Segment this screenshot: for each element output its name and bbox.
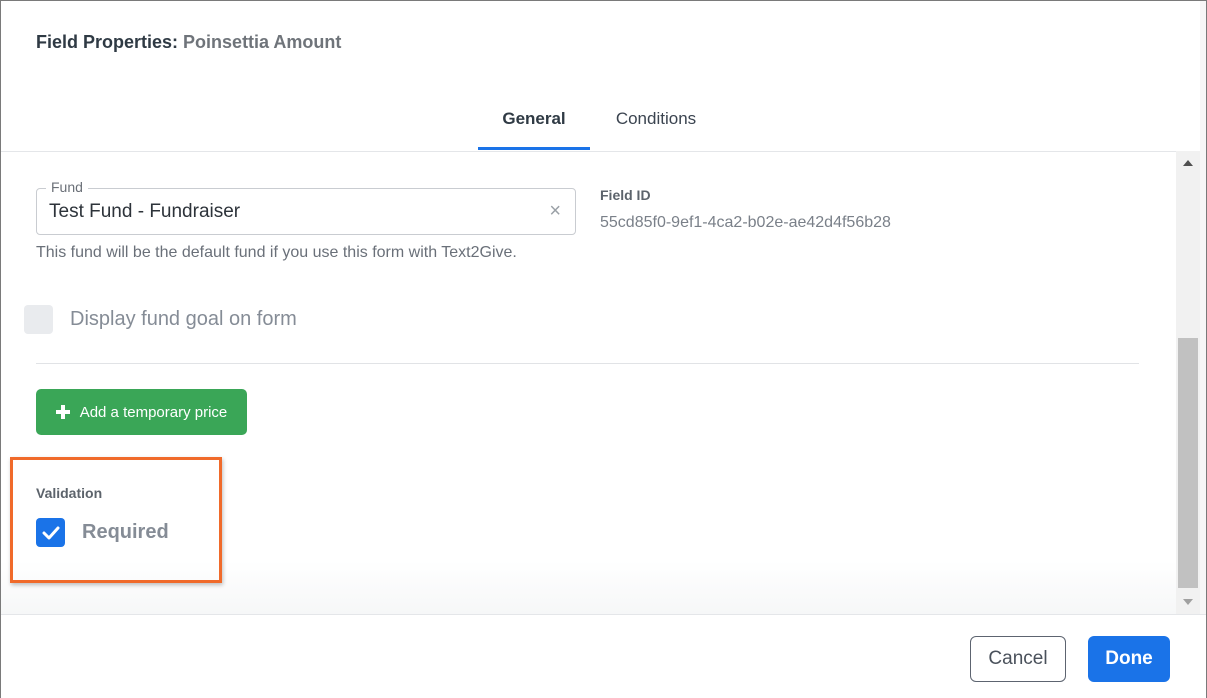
right-edge	[1200, 1, 1206, 614]
add-temporary-price-button[interactable]: Add a temporary price	[36, 389, 247, 435]
fund-label: Fund	[46, 179, 88, 195]
add-temporary-price-label: Add a temporary price	[79, 403, 228, 421]
scrollbar-thumb[interactable]	[1178, 338, 1198, 588]
fund-select-value: Test Fund - Fundraiser	[49, 201, 241, 222]
required-checkbox[interactable]	[36, 518, 65, 547]
section-divider	[36, 363, 1139, 364]
title-prefix: Field Properties:	[36, 32, 179, 52]
checkmark-icon	[42, 526, 59, 539]
tab-conditions[interactable]: Conditions	[598, 106, 714, 150]
required-label[interactable]: Required	[82, 521, 169, 544]
clear-icon[interactable]: ×	[549, 200, 561, 223]
display-goal-checkbox[interactable]	[24, 305, 53, 334]
dialog: Field Properties: Poinsettia Amount Gene…	[0, 0, 1207, 698]
vertical-scrollbar[interactable]	[1176, 151, 1200, 614]
title-field-name: Poinsettia Amount	[183, 32, 342, 52]
scroll-down-arrow-icon[interactable]	[1176, 590, 1200, 614]
dialog-title: Field Properties: Poinsettia Amount	[36, 32, 341, 53]
scroll-up-arrow-icon[interactable]	[1176, 151, 1200, 175]
field-id-value: 55cd85f0-9ef1-4ca2-b02e-ae42d4f56b28	[600, 214, 891, 231]
tab-general[interactable]: General	[478, 106, 590, 150]
plus-icon	[55, 401, 70, 423]
dialog-header: Field Properties: Poinsettia Amount Gene…	[1, 1, 1201, 152]
validation-label: Validation	[36, 485, 103, 501]
done-button[interactable]: Done	[1088, 636, 1170, 682]
display-goal-label[interactable]: Display fund goal on form	[70, 308, 297, 331]
tab-conditions-label: Conditions	[615, 109, 697, 128]
cancel-button[interactable]: Cancel	[970, 636, 1066, 682]
fund-help-text: This fund will be the default fund if yo…	[36, 244, 517, 261]
field-id-label: Field ID	[600, 187, 651, 203]
tab-general-label: General	[502, 109, 566, 128]
fund-select[interactable]: Test Fund - Fundraiser ×	[36, 188, 576, 235]
